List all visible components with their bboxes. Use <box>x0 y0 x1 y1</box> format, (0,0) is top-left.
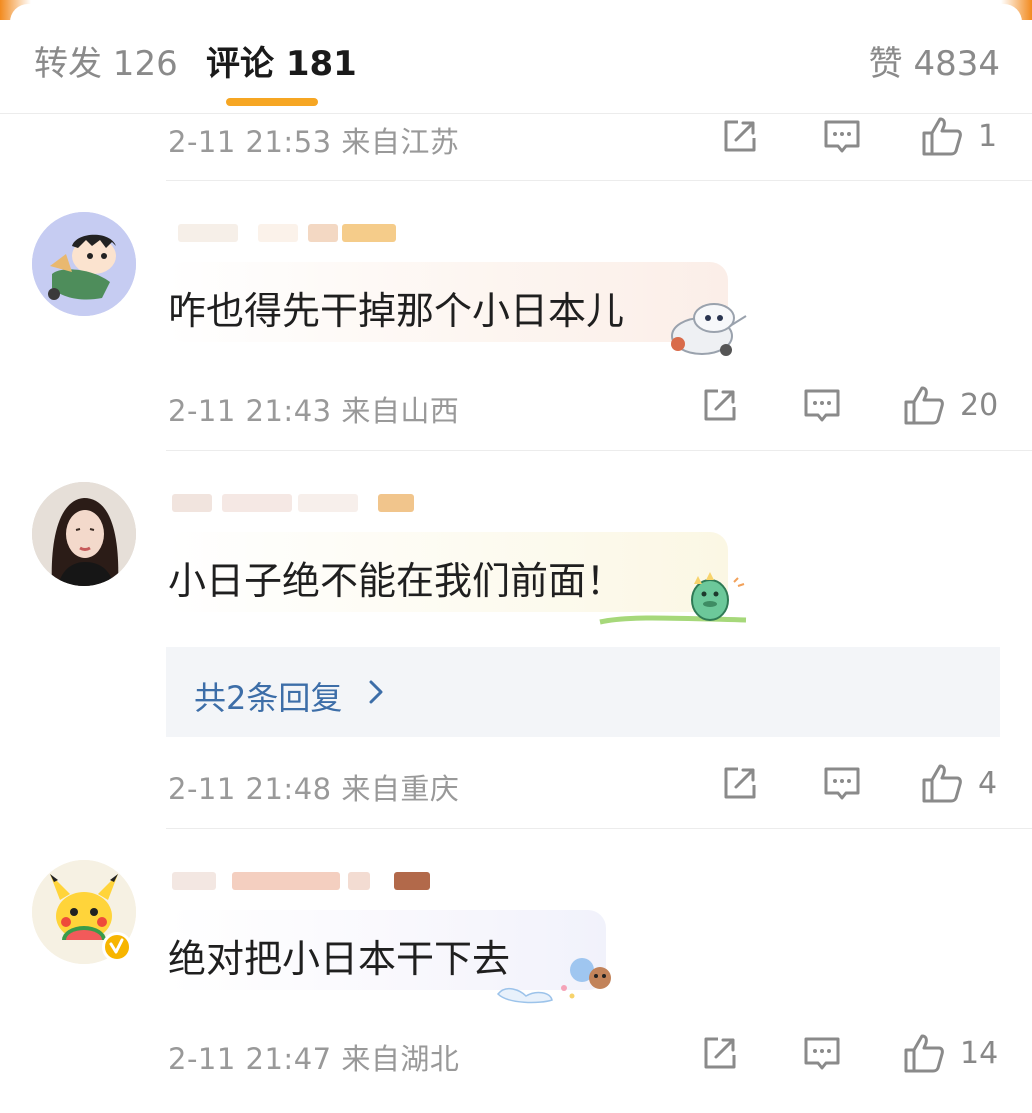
comment-meta-row: 2-11 21:53 来自江苏 1 <box>168 113 1000 163</box>
reply-thread-box[interactable]: 共2条回复 <box>166 647 1000 737</box>
active-tab-indicator <box>226 98 318 106</box>
comment-text: 咋也得先干掉那个小日本儿 <box>168 289 625 333</box>
redacted-block <box>172 494 212 512</box>
avatar[interactable] <box>32 482 136 586</box>
like-button[interactable]: 4 <box>920 760 997 806</box>
reply-icon <box>824 120 860 153</box>
chevron-right-icon <box>368 679 384 709</box>
redacted-block <box>308 224 338 242</box>
share-button[interactable] <box>700 1030 740 1076</box>
redacted-block <box>298 494 358 512</box>
username[interactable] <box>172 214 432 250</box>
redacted-block <box>394 872 430 890</box>
comment-time-location: 2-11 21:48 来自重庆 <box>168 772 460 806</box>
comment-meta-row: 2-11 21:43 来自山西 20 <box>168 382 1000 432</box>
cartoon-sticker <box>496 958 611 1004</box>
comment-time-location: 2-11 21:47 来自湖北 <box>168 1042 460 1076</box>
thumbs-up-icon <box>922 764 962 803</box>
redacted-block <box>172 872 216 890</box>
divider <box>166 450 1032 451</box>
redacted-block <box>178 224 238 242</box>
comment-text: 绝对把小日本干下去 <box>168 937 511 981</box>
like-count: 4 <box>978 765 998 801</box>
share-icon <box>704 389 736 421</box>
share-icon <box>704 1037 736 1069</box>
reply-button[interactable] <box>802 382 842 428</box>
comment-time-location: 2-11 21:53 来自江苏 <box>168 125 460 159</box>
redacted-block <box>222 494 292 512</box>
tab-likes[interactable]: 赞 4834 <box>869 36 1000 85</box>
comment-meta-row: 2-11 21:47 来自湖北 14 <box>168 1030 1000 1080</box>
reply-icon <box>804 389 840 422</box>
username[interactable] <box>172 484 432 520</box>
tab-bar: 转发 126 评论 181 赞 4834 <box>0 0 1032 114</box>
comment-text: 小日子绝不能在我们前面！ <box>168 559 625 603</box>
dinosaur-sticker <box>599 572 747 625</box>
bubble-sticker <box>492 950 622 1014</box>
like-count: 1 <box>978 118 998 154</box>
divider <box>166 828 1032 829</box>
reply-icon <box>824 767 860 800</box>
view-replies-link[interactable]: 共2条回复 <box>194 673 342 719</box>
avatar[interactable] <box>32 212 136 316</box>
reply-button[interactable] <box>822 113 862 159</box>
cartoon-sticker <box>671 303 747 356</box>
like-count: 14 <box>960 1035 999 1071</box>
comment-time-location: 2-11 21:43 来自山西 <box>168 394 460 428</box>
thumbs-up-icon <box>922 117 962 156</box>
share-button[interactable] <box>720 760 760 806</box>
share-button[interactable] <box>700 382 740 428</box>
avatar-image <box>32 482 136 586</box>
like-count: 20 <box>960 387 999 423</box>
avatar-image <box>32 212 136 316</box>
bubble-sticker <box>598 568 748 632</box>
thumbs-up-icon <box>904 1034 944 1073</box>
username[interactable] <box>172 862 432 898</box>
tab-comments[interactable]: 评论 181 <box>206 36 357 85</box>
share-icon <box>724 120 756 152</box>
redacted-block <box>342 224 396 242</box>
like-button[interactable]: 1 <box>920 113 997 159</box>
tab-reposts[interactable]: 转发 126 <box>34 36 178 85</box>
redacted-block <box>348 872 370 890</box>
reply-icon <box>804 1037 840 1070</box>
comment-meta-row: 2-11 21:48 来自重庆 4 <box>168 760 1000 810</box>
like-button[interactable]: 14 <box>902 1030 998 1076</box>
share-icon <box>724 767 756 799</box>
share-button[interactable] <box>720 113 760 159</box>
bubble-sticker <box>660 296 750 364</box>
like-button[interactable]: 20 <box>902 382 998 428</box>
verified-badge-icon <box>102 932 132 962</box>
reply-button[interactable] <box>802 1030 842 1076</box>
redacted-block <box>378 494 414 512</box>
divider <box>166 180 1032 181</box>
thumbs-up-icon <box>904 386 944 425</box>
reply-button[interactable] <box>822 760 862 806</box>
redacted-block <box>232 872 340 890</box>
redacted-block <box>258 224 298 242</box>
